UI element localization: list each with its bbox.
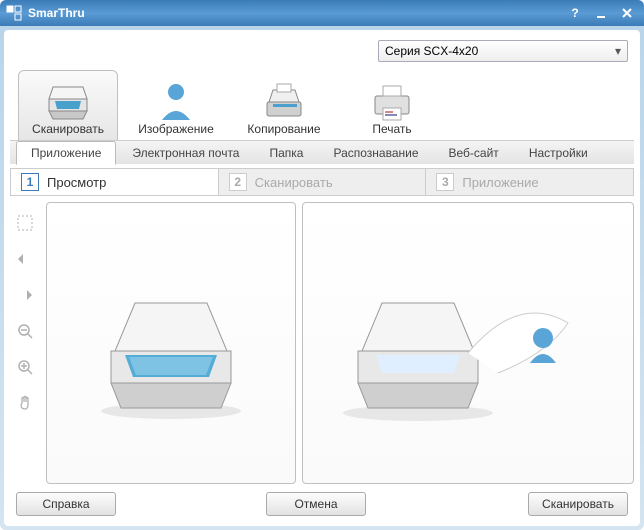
tab-scan[interactable]: Сканировать — [18, 70, 118, 140]
client-area: Серия SCX-4x20 ▾ Сканировать — [4, 30, 640, 526]
workarea — [10, 202, 634, 484]
device-select[interactable]: Серия SCX-4x20 ▾ — [378, 40, 628, 62]
chevron-down-icon: ▾ — [615, 44, 621, 58]
zoom-in-icon[interactable] — [14, 356, 36, 378]
wizard-steps: 1 Просмотр 2 Сканировать 3 Приложение — [10, 168, 634, 196]
subtab-email[interactable]: Электронная почта — [118, 142, 253, 164]
step-application[interactable]: 3 Приложение — [426, 169, 633, 195]
scanner-preview-illustration — [81, 263, 261, 423]
copier-icon — [259, 80, 309, 122]
help-title-button[interactable]: ? — [564, 4, 586, 22]
subtabs: Приложение Электронная почта Папка Распо… — [10, 140, 634, 164]
tab-scan-label: Сканировать — [32, 122, 104, 136]
window-controls: ? — [564, 4, 638, 22]
tab-print-label: Печать — [372, 122, 411, 136]
scanner-icon — [43, 80, 93, 122]
step-1-number: 1 — [21, 173, 39, 191]
titlebar: SmarThru ? — [0, 0, 644, 26]
main-tabs: Сканировать Изображение Копирование — [10, 68, 634, 140]
destination-panel — [302, 202, 634, 484]
close-button[interactable] — [616, 4, 638, 22]
step-2-number: 2 — [229, 173, 247, 191]
svg-text:?: ? — [571, 6, 578, 20]
bottom-buttons: Справка Отмена Сканировать — [10, 484, 634, 516]
subtab-application[interactable]: Приложение — [16, 141, 116, 165]
tab-copy[interactable]: Копирование — [234, 70, 334, 140]
step-3-label: Приложение — [462, 175, 538, 190]
subtab-folder[interactable]: Папка — [255, 142, 317, 164]
app-icon — [6, 5, 22, 21]
subtab-ocr[interactable]: Распознавание — [319, 142, 432, 164]
tab-image[interactable]: Изображение — [126, 70, 226, 140]
select-tool-icon[interactable] — [14, 212, 36, 234]
cancel-button[interactable]: Отмена — [266, 492, 366, 516]
step-preview[interactable]: 1 Просмотр — [11, 169, 219, 195]
scan-to-app-illustration — [318, 253, 618, 433]
hand-tool-icon[interactable] — [14, 392, 36, 414]
window-title: SmarThru — [28, 6, 85, 20]
person-icon — [151, 80, 201, 122]
step-scan[interactable]: 2 Сканировать — [219, 169, 427, 195]
minimize-button[interactable] — [590, 4, 612, 22]
device-selected-label: Серия SCX-4x20 — [385, 44, 478, 58]
help-button[interactable]: Справка — [16, 492, 116, 516]
tab-print[interactable]: Печать — [342, 70, 442, 140]
app-window: SmarThru ? Серия SCX-4x20 ▾ — [0, 0, 644, 530]
scan-button[interactable]: Сканировать — [528, 492, 628, 516]
tab-copy-label: Копирование — [247, 122, 320, 136]
subtab-settings[interactable]: Настройки — [515, 142, 602, 164]
tab-image-label: Изображение — [138, 122, 214, 136]
zoom-out-icon[interactable] — [14, 320, 36, 342]
flip-horizontal-icon[interactable] — [14, 248, 36, 270]
preview-panel — [46, 202, 296, 484]
step-3-number: 3 — [436, 173, 454, 191]
device-row: Серия SCX-4x20 ▾ — [10, 36, 634, 68]
step-1-label: Просмотр — [47, 175, 106, 190]
step-2-label: Сканировать — [255, 175, 333, 190]
flip-vertical-icon[interactable] — [14, 284, 36, 306]
printer-icon — [367, 80, 417, 122]
toolstrip — [10, 202, 40, 484]
subtab-website[interactable]: Веб-сайт — [435, 142, 513, 164]
